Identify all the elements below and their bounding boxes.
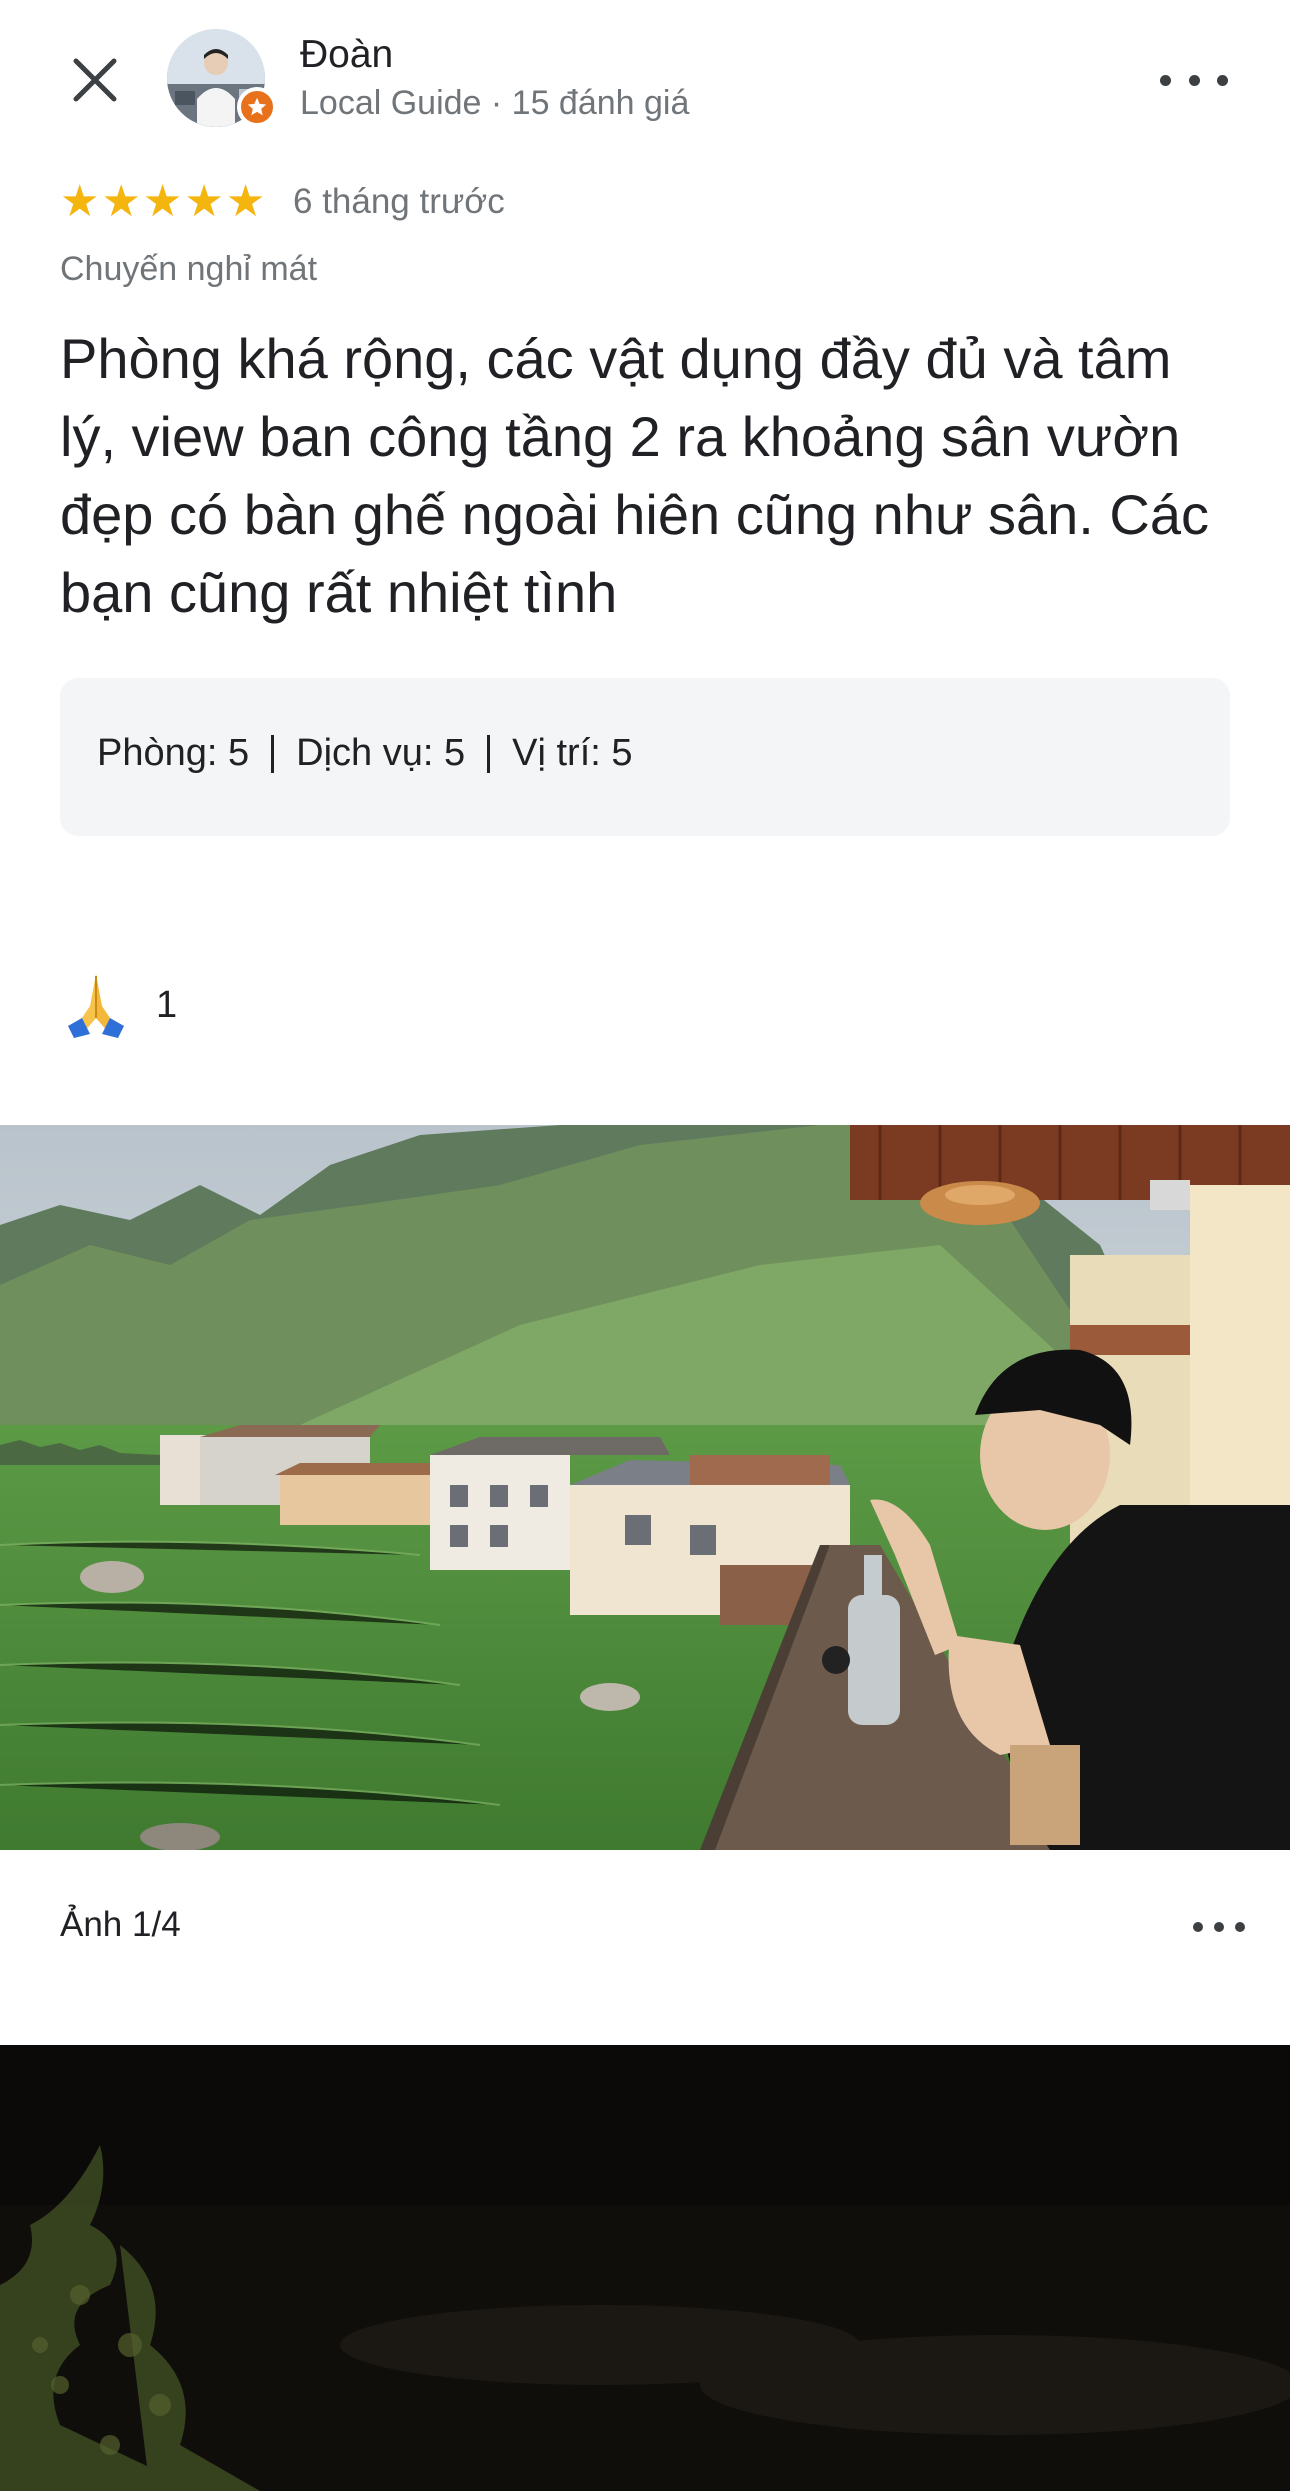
photo-night-garden	[0, 2045, 1290, 2491]
star-icon: ★	[101, 177, 141, 226]
close-button[interactable]	[55, 40, 135, 120]
review-text: Phòng khá rộng, các vật dụng đầy đủ và t…	[60, 327, 1210, 624]
rating-location-label: Vị trí:	[512, 732, 601, 774]
more-options-button[interactable]	[1160, 60, 1228, 100]
local-guide-badge-icon	[237, 87, 277, 127]
more-vert-icon	[1160, 74, 1171, 86]
rating-location-value: 5	[611, 732, 633, 774]
star-icon: ★	[225, 177, 266, 226]
close-icon	[73, 58, 117, 102]
star-rating: ★ ★ ★ ★ ★	[60, 180, 265, 224]
review-time: 6 tháng trước	[293, 182, 505, 221]
star-icon: ★	[142, 177, 183, 226]
pray-hands-icon[interactable]	[60, 966, 132, 1038]
star-icon: ★	[60, 177, 100, 226]
review-photo-1[interactable]	[0, 1125, 1290, 1850]
rating-room-label: Phòng:	[97, 732, 218, 774]
sub-ratings: Phòng: 5 Dịch vụ: 5 Vị trí: 5	[97, 732, 633, 775]
more-horiz-icon	[1193, 1922, 1203, 1932]
photo-counter: Ảnh 1/4	[60, 1905, 181, 1944]
photo-more-button[interactable]	[1193, 1915, 1245, 1939]
rating-service-label: Dịch vụ:	[296, 732, 434, 774]
star-icon: ★	[184, 177, 224, 226]
divider	[487, 734, 491, 773]
reaction-count: 1	[156, 984, 178, 1026]
review-photo-2[interactable]	[0, 2045, 1290, 2491]
rating-service-value: 5	[444, 732, 466, 774]
trip-type: Chuyến nghỉ mát	[60, 250, 318, 288]
reviewer-subtitle: Local Guide · 15 đánh giá	[300, 84, 690, 122]
divider	[271, 734, 275, 773]
photo-caption-bar	[0, 1850, 1290, 2045]
reviewer-name[interactable]: Đoàn	[300, 33, 393, 77]
photo-valley-balcony	[0, 1125, 1290, 1850]
rating-room-value: 5	[228, 732, 250, 774]
